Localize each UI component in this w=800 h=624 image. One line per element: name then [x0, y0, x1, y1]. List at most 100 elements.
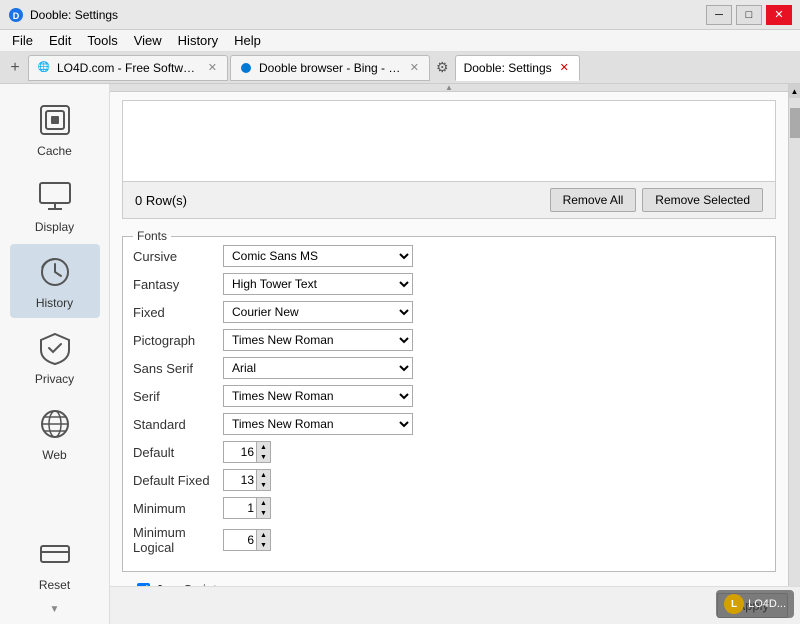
scroll-top-indicator: ▲: [110, 84, 788, 92]
privacy-label: Privacy: [35, 372, 74, 386]
font-select-3[interactable]: Times New Roman: [223, 329, 413, 351]
watermark-logo: L: [724, 594, 744, 614]
history-label: History: [36, 296, 73, 310]
spinner-up-1[interactable]: ▲: [256, 470, 270, 480]
font-select-1[interactable]: High Tower Text: [223, 273, 413, 295]
tab-bing-close[interactable]: ✕: [408, 61, 421, 74]
fonts-legend: Fonts: [133, 229, 171, 243]
spinner-up-2[interactable]: ▲: [256, 498, 270, 508]
spinner-up-3[interactable]: ▲: [256, 530, 270, 540]
sidebar-item-display[interactable]: Display: [10, 168, 100, 242]
spinner-down-1[interactable]: ▼: [256, 480, 270, 490]
font-row-1: FantasyHigh Tower Text: [133, 273, 765, 295]
remove-all-button[interactable]: Remove All: [550, 188, 637, 212]
web-icon: [35, 404, 75, 444]
tab-lo4d-label: LO4D.com - Free Software Do...: [57, 61, 200, 75]
sidebar: Cache Display History: [0, 84, 110, 624]
font-row-6: StandardTimes New Roman: [133, 413, 765, 435]
font-label-3: Pictograph: [133, 333, 223, 348]
menu-view[interactable]: View: [126, 31, 170, 50]
font-row-5: SerifTimes New Roman: [133, 385, 765, 407]
font-label-1: Fantasy: [133, 277, 223, 292]
spinner-input-0[interactable]: [224, 442, 256, 462]
spinner-input-2[interactable]: [224, 498, 256, 518]
sidebar-item-reset[interactable]: Reset: [10, 526, 100, 600]
history-table-inner: [123, 101, 775, 181]
display-icon: [35, 176, 75, 216]
font-select-4[interactable]: Arial: [223, 357, 413, 379]
tab-settings-gear[interactable]: ⚙: [432, 55, 453, 80]
font-number-label-2: Minimum: [133, 501, 223, 516]
remove-selected-button[interactable]: Remove Selected: [642, 188, 763, 212]
row-count: 0 Row(s): [135, 193, 187, 208]
font-number-label-3: Minimum Logical: [133, 525, 223, 555]
font-label-0: Cursive: [133, 249, 223, 264]
font-row-4: Sans SerifArial: [133, 357, 765, 379]
cache-label: Cache: [37, 144, 72, 158]
history-icon: [35, 252, 75, 292]
window-title: Dooble: Settings: [30, 8, 706, 22]
spinner-1[interactable]: ▲▼: [223, 469, 271, 491]
font-row-0: CursiveComic Sans MS: [133, 245, 765, 267]
sidebar-scroll-down: ▼: [0, 602, 109, 616]
sidebar-item-web[interactable]: Web: [10, 396, 100, 470]
spinner-input-3[interactable]: [224, 530, 256, 550]
font-number-row-2: Minimum▲▼: [133, 497, 765, 519]
sidebar-item-cache[interactable]: Cache: [10, 92, 100, 166]
font-row-3: PictographTimes New Roman: [133, 329, 765, 351]
font-label-4: Sans Serif: [133, 361, 223, 376]
font-number-label-1: Default Fixed: [133, 473, 223, 488]
font-label-6: Standard: [133, 417, 223, 432]
footer-buttons: Remove All Remove Selected: [550, 188, 763, 212]
font-number-label-0: Default: [133, 445, 223, 460]
spinner-down-0[interactable]: ▼: [256, 452, 270, 462]
vertical-scrollbar[interactable]: ▲ ▼: [788, 84, 800, 624]
minimize-button[interactable]: ─: [706, 5, 732, 25]
content-area: ▲ 0 Row(s) Remove All Remove Selected Fo…: [110, 84, 788, 624]
new-tab-button[interactable]: +: [4, 57, 26, 79]
menu-bar: File Edit Tools View History Help: [0, 30, 800, 52]
title-bar: D Dooble: Settings ─ □ ✕: [0, 0, 800, 30]
tab-settings-label: Dooble: Settings: [464, 61, 552, 75]
history-table: [122, 100, 776, 182]
close-button[interactable]: ✕: [766, 5, 792, 25]
spinner-3[interactable]: ▲▼: [223, 529, 271, 551]
web-label: Web: [42, 448, 66, 462]
reset-label: Reset: [39, 578, 70, 592]
font-select-0[interactable]: Comic Sans MS: [223, 245, 413, 267]
window-controls: ─ □ ✕: [706, 5, 792, 25]
menu-history[interactable]: History: [170, 31, 226, 50]
spinner-2[interactable]: ▲▼: [223, 497, 271, 519]
font-rows-container: CursiveComic Sans MSFantasyHigh Tower Te…: [133, 245, 765, 435]
font-select-2[interactable]: Courier New: [223, 301, 413, 323]
maximize-button[interactable]: □: [736, 5, 762, 25]
sidebar-item-privacy[interactable]: Privacy: [10, 320, 100, 394]
menu-help[interactable]: Help: [226, 31, 269, 50]
spinner-down-2[interactable]: ▼: [256, 508, 270, 518]
scroll-up-button[interactable]: ▲: [789, 84, 800, 98]
spinner-down-3[interactable]: ▼: [256, 540, 270, 550]
menu-edit[interactable]: Edit: [41, 31, 79, 50]
tab-settings-close[interactable]: ✕: [558, 61, 571, 74]
menu-tools[interactable]: Tools: [79, 31, 125, 50]
tab-bing[interactable]: Dooble browser - Bing - Dooble ✕: [230, 55, 430, 81]
tab-bing-label: Dooble browser - Bing - Dooble: [259, 61, 402, 75]
spinner-input-1[interactable]: [224, 470, 256, 490]
font-select-6[interactable]: Times New Roman: [223, 413, 413, 435]
tab-bar: + 🌐 LO4D.com - Free Software Do... ✕ Doo…: [0, 52, 800, 84]
tab-settings[interactable]: Dooble: Settings ✕: [455, 55, 580, 81]
scroll-thumb[interactable]: [790, 108, 800, 138]
font-number-rows: Default▲▼Default Fixed▲▼Minimum▲▼Minimum…: [133, 441, 765, 555]
spinner-up-0[interactable]: ▲: [256, 442, 270, 452]
font-row-2: FixedCourier New: [133, 301, 765, 323]
sidebar-item-history[interactable]: History: [10, 244, 100, 318]
font-label-5: Serif: [133, 389, 223, 404]
tab-lo4d-favicon: 🌐: [37, 61, 51, 75]
tab-lo4d[interactable]: 🌐 LO4D.com - Free Software Do... ✕: [28, 55, 228, 81]
spinner-0[interactable]: ▲▼: [223, 441, 271, 463]
scroll-track[interactable]: [789, 98, 800, 610]
menu-file[interactable]: File: [4, 31, 41, 50]
font-select-5[interactable]: Times New Roman: [223, 385, 413, 407]
tab-lo4d-close[interactable]: ✕: [206, 61, 219, 74]
tab-bing-favicon: [239, 61, 253, 75]
